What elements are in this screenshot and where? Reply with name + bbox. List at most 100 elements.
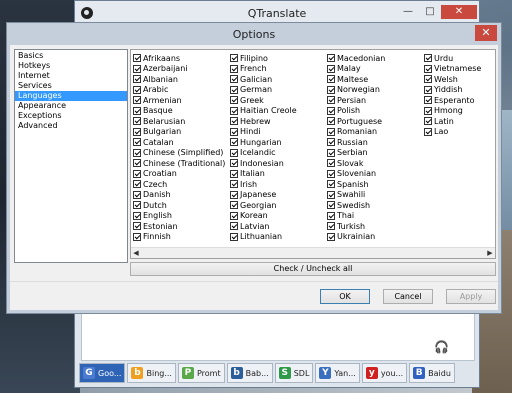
translation-output-area[interactable] bbox=[81, 313, 475, 361]
language-checkbox-item[interactable]: German bbox=[230, 85, 327, 96]
language-checkbox-item[interactable]: Galician bbox=[230, 74, 327, 85]
language-checkbox-item[interactable]: Filipino bbox=[230, 53, 327, 64]
checkbox-checked-icon[interactable] bbox=[327, 96, 335, 105]
checkbox-checked-icon[interactable] bbox=[327, 148, 335, 157]
checkbox-checked-icon[interactable] bbox=[424, 75, 432, 84]
language-checkbox-item[interactable]: Thai bbox=[327, 211, 424, 222]
language-checkbox-item[interactable]: Danish bbox=[133, 190, 230, 201]
language-checkbox-item[interactable]: Spanish bbox=[327, 179, 424, 190]
checkbox-checked-icon[interactable] bbox=[133, 138, 141, 147]
language-checkbox-item[interactable]: Catalan bbox=[133, 137, 230, 148]
ok-button[interactable]: OK bbox=[320, 289, 370, 304]
checkbox-checked-icon[interactable] bbox=[327, 85, 335, 94]
options-close-button[interactable]: ✕ bbox=[475, 25, 497, 41]
language-checkbox-item[interactable]: Lithuanian bbox=[230, 232, 327, 243]
scroll-right-arrow-icon[interactable]: ▶ bbox=[485, 248, 495, 258]
checkbox-checked-icon[interactable] bbox=[327, 106, 335, 115]
language-checkbox-item[interactable]: Latin bbox=[424, 116, 512, 127]
language-checkbox-item[interactable]: Italian bbox=[230, 169, 327, 180]
checkbox-checked-icon[interactable] bbox=[133, 127, 141, 136]
language-checkbox-item[interactable]: Arabic bbox=[133, 85, 230, 96]
language-checkbox-item[interactable]: Esperanto bbox=[424, 95, 512, 106]
checkbox-checked-icon[interactable] bbox=[133, 54, 141, 63]
checkbox-checked-icon[interactable] bbox=[327, 64, 335, 73]
checkbox-checked-icon[interactable] bbox=[133, 180, 141, 189]
checkbox-checked-icon[interactable] bbox=[327, 138, 335, 147]
checkbox-checked-icon[interactable] bbox=[230, 106, 238, 115]
checkbox-checked-icon[interactable] bbox=[327, 190, 335, 199]
checkbox-checked-icon[interactable] bbox=[327, 232, 335, 241]
category-item-languages[interactable]: Languages bbox=[15, 91, 127, 101]
checkbox-checked-icon[interactable] bbox=[133, 75, 141, 84]
language-checkbox-item[interactable]: Basque bbox=[133, 106, 230, 117]
checkbox-checked-icon[interactable] bbox=[424, 96, 432, 105]
language-checkbox-item[interactable]: Maltese bbox=[327, 74, 424, 85]
category-item-appearance[interactable]: Appearance bbox=[15, 101, 127, 111]
checkbox-checked-icon[interactable] bbox=[424, 54, 432, 63]
cancel-button[interactable]: Cancel bbox=[383, 289, 433, 304]
checkbox-checked-icon[interactable] bbox=[230, 117, 238, 126]
service-tab[interactable]: B Baidu bbox=[409, 363, 455, 383]
language-checkbox-item[interactable]: Croatian bbox=[133, 169, 230, 180]
checkbox-checked-icon[interactable] bbox=[133, 169, 141, 178]
apply-button[interactable]: Apply bbox=[446, 289, 496, 304]
service-tab[interactable]: P Promt bbox=[177, 363, 225, 383]
language-checkbox-item[interactable]: Hebrew bbox=[230, 116, 327, 127]
category-item-basics[interactable]: Basics bbox=[15, 51, 127, 61]
language-checkbox-item[interactable]: Persian bbox=[327, 95, 424, 106]
language-checkbox-item[interactable]: Azerbaijani bbox=[133, 64, 230, 75]
language-checkbox-item[interactable]: Hungarian bbox=[230, 137, 327, 148]
category-item-exceptions[interactable]: Exceptions bbox=[15, 111, 127, 121]
language-checkbox-item[interactable]: Yiddish bbox=[424, 85, 512, 96]
options-titlebar[interactable]: Options ✕ bbox=[7, 23, 501, 45]
language-checkbox-item[interactable]: Portuguese bbox=[327, 116, 424, 127]
language-checkbox-item[interactable]: Haitian Creole bbox=[230, 106, 327, 117]
checkbox-checked-icon[interactable] bbox=[230, 127, 238, 136]
category-item-hotkeys[interactable]: Hotkeys bbox=[15, 61, 127, 71]
checkbox-checked-icon[interactable] bbox=[327, 75, 335, 84]
language-checkbox-item[interactable]: Turkish bbox=[327, 221, 424, 232]
checkbox-checked-icon[interactable] bbox=[133, 64, 141, 73]
language-checkbox-item[interactable]: Japanese bbox=[230, 190, 327, 201]
maximize-button[interactable]: □ bbox=[419, 5, 441, 19]
checkbox-checked-icon[interactable] bbox=[327, 117, 335, 126]
checkbox-checked-icon[interactable] bbox=[133, 232, 141, 241]
language-checkbox-item[interactable]: Slovenian bbox=[327, 169, 424, 180]
service-tab[interactable]: b Bing... bbox=[127, 363, 176, 383]
language-checkbox-item[interactable]: Icelandic bbox=[230, 148, 327, 159]
language-checkbox-item[interactable]: Ukrainian bbox=[327, 232, 424, 243]
checkbox-checked-icon[interactable] bbox=[230, 180, 238, 189]
checkbox-checked-icon[interactable] bbox=[327, 180, 335, 189]
language-checkbox-item[interactable]: Chinese (Traditional) bbox=[133, 158, 230, 169]
language-checkbox-item[interactable]: Malay bbox=[327, 64, 424, 75]
language-checkbox-item[interactable]: Armenian bbox=[133, 95, 230, 106]
checkbox-checked-icon[interactable] bbox=[133, 201, 141, 210]
checkbox-checked-icon[interactable] bbox=[327, 54, 335, 63]
language-checkbox-item[interactable]: Belarusian bbox=[133, 116, 230, 127]
checkbox-checked-icon[interactable] bbox=[424, 117, 432, 126]
check-uncheck-all-button[interactable]: Check / Uncheck all bbox=[130, 262, 496, 276]
close-button[interactable]: ✕ bbox=[441, 5, 477, 19]
checkbox-checked-icon[interactable] bbox=[424, 64, 432, 73]
checkbox-checked-icon[interactable] bbox=[230, 232, 238, 241]
checkbox-checked-icon[interactable] bbox=[230, 159, 238, 168]
checkbox-checked-icon[interactable] bbox=[230, 64, 238, 73]
checkbox-checked-icon[interactable] bbox=[230, 222, 238, 231]
checkbox-checked-icon[interactable] bbox=[230, 148, 238, 157]
language-checkbox-item[interactable]: Hindi bbox=[230, 127, 327, 138]
language-checkbox-item[interactable]: Serbian bbox=[327, 148, 424, 159]
checkbox-checked-icon[interactable] bbox=[327, 169, 335, 178]
language-checkbox-item[interactable]: Estonian bbox=[133, 221, 230, 232]
language-checkbox-item[interactable]: Slovak bbox=[327, 158, 424, 169]
checkbox-checked-icon[interactable] bbox=[327, 159, 335, 168]
language-checkbox-item[interactable]: Swahili bbox=[327, 190, 424, 201]
scroll-left-arrow-icon[interactable]: ◀ bbox=[131, 248, 141, 258]
checkbox-checked-icon[interactable] bbox=[133, 106, 141, 115]
language-checkbox-item[interactable]: Swedish bbox=[327, 200, 424, 211]
checkbox-checked-icon[interactable] bbox=[230, 169, 238, 178]
service-tab[interactable]: b Bab... bbox=[226, 363, 273, 383]
checkbox-checked-icon[interactable] bbox=[133, 148, 141, 157]
checkbox-checked-icon[interactable] bbox=[327, 211, 335, 220]
checkbox-checked-icon[interactable] bbox=[133, 211, 141, 220]
checkbox-checked-icon[interactable] bbox=[230, 138, 238, 147]
